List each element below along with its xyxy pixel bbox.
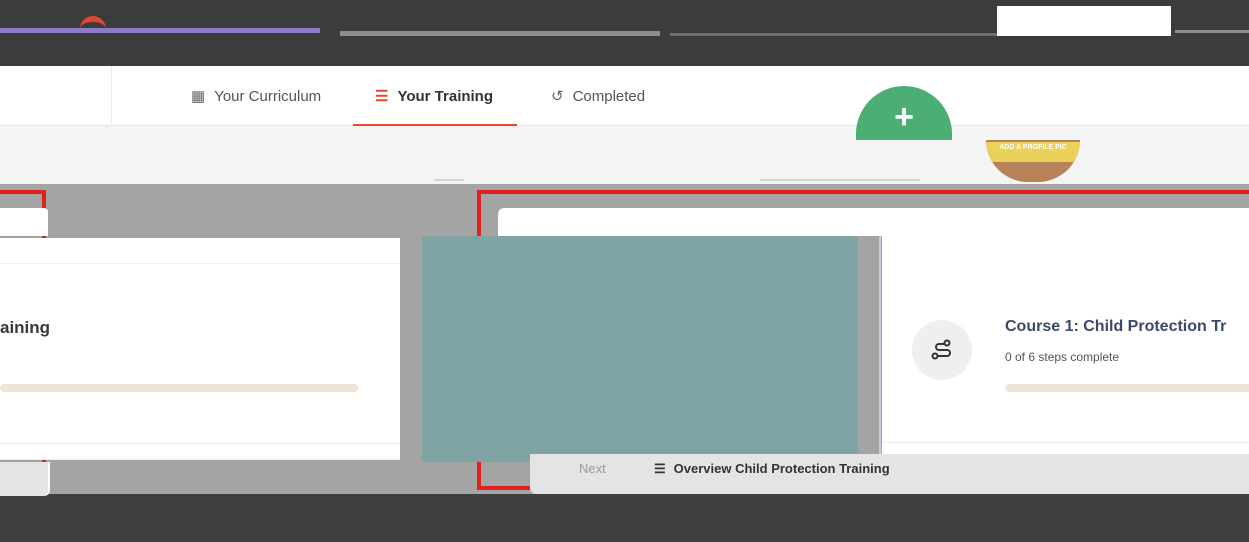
next-label: Next [579,461,606,476]
tab-bar: ▦ Your Curriculum ☰ Your Training ↺ Comp… [0,66,1249,127]
next-lesson-title: Overview Child Protection Training [673,461,890,476]
progress-bar [0,384,358,392]
tab-bar-left-panel [0,66,112,126]
page-footer-area [0,496,1249,542]
next-navigation-bar: Next ☰ Overview Child Protection Training [530,454,1249,494]
route-icon [912,320,972,380]
tab-label: Your Curriculum [214,87,322,105]
header-distortion [1175,30,1249,33]
tab-label: Your Training [397,87,494,105]
left-card-tab [0,208,48,236]
tab-label: Completed [572,87,646,105]
course-card[interactable]: Course 1: Child Protection Tr 0 of 6 ste… [882,236,1249,460]
card-header [0,238,400,264]
header-distortion [340,31,660,36]
header-distortion [0,28,320,33]
progress-bar [1005,384,1249,392]
divider [879,236,881,462]
course-title[interactable]: Course 1: Child Protection Tr [1005,318,1226,336]
divider [760,179,920,181]
image-placeholder [422,236,858,462]
training-card-left[interactable]: aining [0,238,400,460]
list-icon: ☰ [654,461,666,476]
account-area[interactable] [997,6,1171,36]
tab-your-training[interactable]: ☰ Your Training [352,66,518,127]
course-title[interactable]: aining [0,318,50,338]
card-divider [0,443,400,444]
history-icon: ↺ [551,88,564,105]
profile-label: ADD A PROFILE PIC [999,144,1067,151]
route-icon-svg [931,339,951,360]
calendar-icon: ▦ [191,88,206,105]
tab-completed[interactable]: ↺ Completed [551,66,645,126]
right-card-header [498,208,1249,236]
next-lesson-link[interactable]: ☰ Overview Child Protection Training [654,461,890,477]
divider [434,179,464,181]
header-distortion [670,33,1000,36]
left-card-footer [0,462,50,496]
checklist-icon: ☰ [375,88,389,105]
tab-your-curriculum[interactable]: ▦ Your Curriculum [191,66,321,126]
card-divider [882,442,1249,443]
steps-progress-text: 0 of 6 steps complete [1005,350,1120,364]
top-header-bar [0,0,1249,66]
